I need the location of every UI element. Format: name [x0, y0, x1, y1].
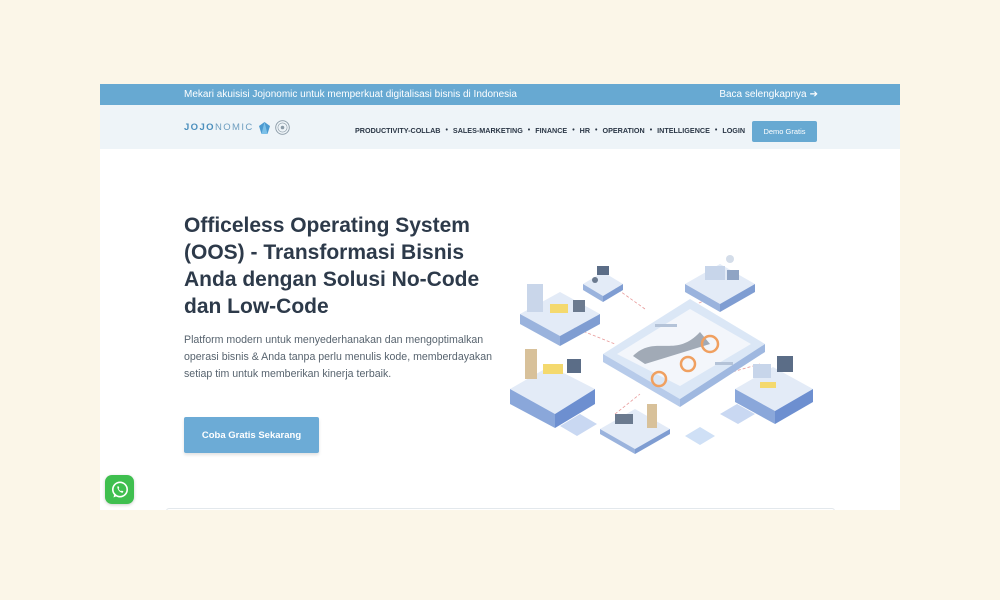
nav-separator: • — [595, 127, 598, 134]
gem-icon — [258, 121, 270, 134]
nav-separator: • — [527, 127, 531, 134]
logo-text: JOJONOMIC — [184, 122, 254, 133]
room-left — [520, 284, 600, 346]
room-bottom-left — [510, 349, 597, 436]
read-more-label: Baca selengkapnya — [719, 89, 807, 100]
hero-subtitle: Platform modern untuk menyederhanakan da… — [184, 334, 492, 380]
announcement-bar: Mekari akuisisi Jojonomic untuk memperku… — [100, 84, 900, 105]
nav-productivity-collab[interactable]: PRODUCTIVITY-COLLAB — [355, 126, 440, 135]
arrow-right-icon: ➔ — [809, 89, 818, 100]
nav-intelligence[interactable]: INTELLIGENCE — [657, 126, 710, 135]
whatsapp-button[interactable] — [105, 475, 134, 504]
demo-gratis-button[interactable]: Demo Gratis — [752, 121, 817, 142]
content-card-edge — [166, 508, 835, 510]
try-free-button[interactable]: Coba Gratis Sekarang — [184, 417, 319, 453]
isometric-office-illustration — [510, 255, 813, 454]
logo-text-light: NOMIC — [214, 122, 254, 133]
browser-page: Mekari akuisisi Jojonomic untuk memperku… — [100, 84, 900, 510]
nav-operation[interactable]: OPERATION — [603, 126, 645, 135]
nav-separator: • — [714, 127, 718, 134]
read-more-link[interactable]: Baca selengkapnya ➔ — [719, 89, 818, 100]
nav-separator: • — [445, 127, 448, 134]
nav-sales-marketing[interactable]: SALES-MARKETING — [453, 126, 523, 135]
hero-title: Officeless Operating System (OOS) - Tran… — [184, 214, 480, 318]
nav-finance[interactable]: FINANCE — [535, 126, 567, 135]
whatsapp-icon — [111, 481, 128, 497]
nav-login[interactable]: LOGIN — [722, 126, 745, 135]
nav-separator: • — [649, 127, 653, 134]
badge-icon — [274, 120, 290, 135]
logo[interactable]: JOJONOMIC — [184, 120, 290, 135]
site-header: JOJONOMIC PRODUCTIVITY-COLLAB • SALES-MA… — [100, 105, 900, 149]
nav-separator: • — [572, 127, 575, 134]
desk-top-left — [583, 266, 623, 302]
room-bottom-center — [600, 404, 715, 454]
main-nav: PRODUCTIVITY-COLLAB • SALES-MARKETING • … — [355, 126, 745, 135]
announcement-text: Mekari akuisisi Jojonomic untuk memperku… — [184, 89, 517, 100]
logo-text-bold: JOJO — [184, 122, 215, 133]
nav-hr[interactable]: HR — [580, 126, 590, 135]
